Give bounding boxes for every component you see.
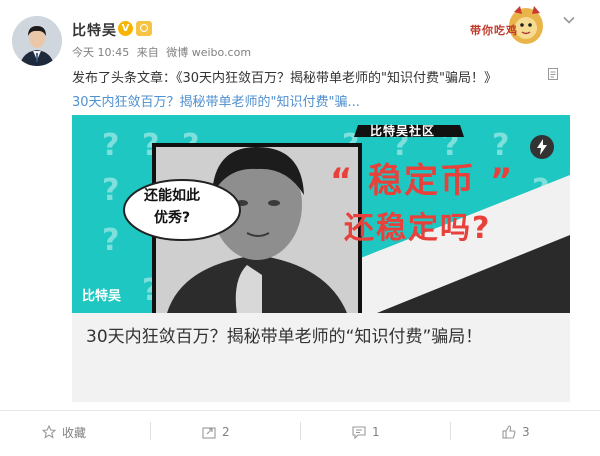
avatar[interactable] — [12, 16, 62, 66]
chevron-down-icon[interactable] — [563, 14, 575, 26]
document-icon — [548, 68, 558, 80]
star-icon — [42, 425, 56, 439]
article-link[interactable]: 30天内狂敛百万？揭秘带单老师的"知识付费"骗... — [72, 91, 360, 110]
svg-text:?: ? — [102, 128, 119, 163]
article-cover-image[interactable]: ??? ?? ??? ?? ?? ?? ? — [72, 115, 570, 313]
lightning-icon — [530, 135, 554, 159]
repost-icon — [202, 427, 216, 439]
mascot-sticker: 带你吃鸡 — [470, 4, 550, 54]
svg-text:?: ? — [102, 173, 119, 208]
action-divider — [450, 422, 451, 440]
thumbs-up-icon — [502, 425, 516, 439]
article-title[interactable]: 30天内狂敛百万？揭秘带单老师的“知识付费”骗局！ — [86, 323, 556, 352]
article-card[interactable]: ??? ?? ??? ?? ?? ?? ? — [72, 115, 570, 402]
favorite-button[interactable]: 收藏 — [42, 422, 86, 442]
like-button[interactable]: 3 — [502, 422, 530, 442]
divider — [0, 410, 600, 411]
favorite-label: 收藏 — [62, 425, 87, 440]
timestamp[interactable]: 今天 10:45 — [72, 46, 129, 59]
source-prefix: 来自 — [136, 46, 159, 59]
level-badge-icon — [136, 21, 152, 36]
cover-headline-top: “ 稳定币 ” — [330, 161, 515, 201]
like-count: 3 — [522, 425, 530, 439]
post-meta: 今天 10:45 来自 微博 weibo.com — [72, 44, 255, 60]
action-divider — [150, 422, 151, 440]
source: 微博 weibo.com — [166, 46, 252, 59]
comment-button[interactable]: 1 — [352, 422, 380, 442]
verified-badge: V — [118, 21, 133, 36]
mascot-text: 带你吃鸡 — [470, 24, 518, 37]
repost-count: 2 — [222, 425, 230, 439]
author-name[interactable]: 比特吴 — [72, 20, 117, 40]
comment-count: 1 — [372, 425, 380, 439]
cover-watermark: 比特吴 — [82, 289, 122, 304]
repost-button[interactable]: 2 — [202, 422, 230, 442]
cover-banner: 比特吴社区 — [370, 124, 436, 138]
svg-text:?: ? — [102, 223, 119, 258]
weibo-post: 比特吴 V 今天 10:45 来自 微博 weibo.com 带你吃鸡 发布了头… — [0, 0, 600, 456]
comment-icon — [352, 426, 366, 439]
action-divider — [300, 422, 301, 440]
speech-bubble-line1: 还能如此 — [144, 188, 200, 204]
post-text: 发布了头条文章：《30天内狂敛百万？揭秘带单老师的"知识付费"骗局！》 — [72, 71, 498, 86]
cover-headline-bottom: 还稳定吗? — [344, 211, 492, 246]
speech-bubble-line2: 优秀? — [154, 210, 191, 226]
